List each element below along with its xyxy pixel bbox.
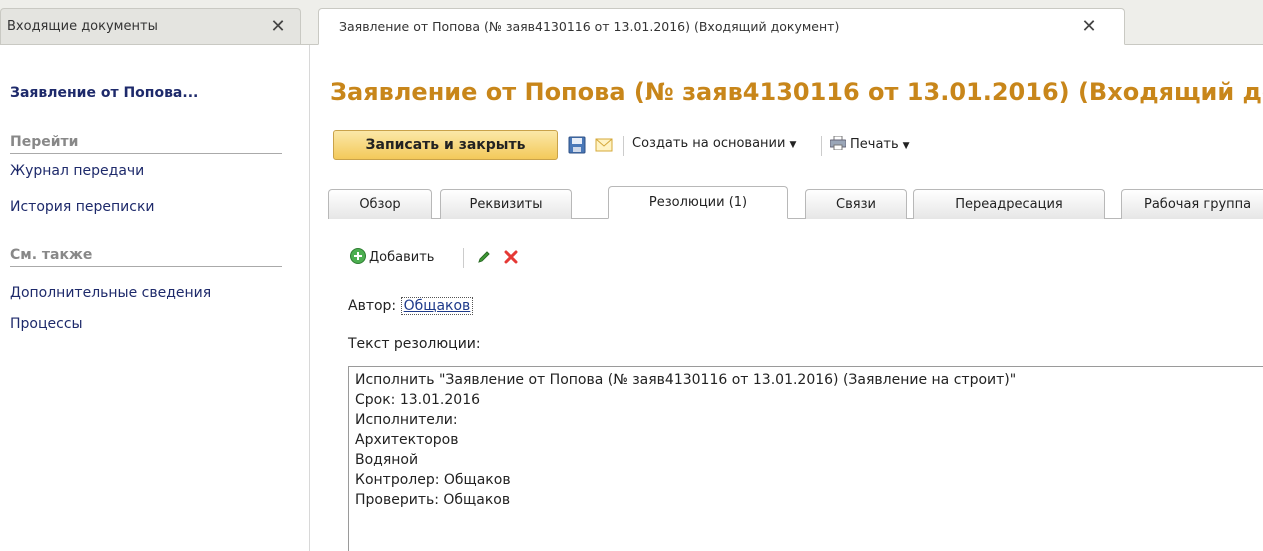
tab-overview[interactable]: Обзор — [328, 189, 432, 219]
tab-links[interactable]: Связи — [805, 189, 907, 219]
section-see-also-label: См. также — [10, 247, 93, 263]
tab-details[interactable]: Реквизиты — [440, 189, 572, 219]
toolbar-separator — [821, 136, 822, 156]
email-icon[interactable] — [593, 134, 615, 156]
document-form: Заявление от Попова (№ заяв4130116 от 13… — [310, 45, 1263, 551]
tab-working-group[interactable]: Рабочая группа — [1121, 189, 1263, 219]
resolution-text-label: Текст резолюции: — [348, 336, 481, 352]
delete-icon[interactable] — [500, 246, 522, 268]
add-label: Добавить — [369, 250, 435, 265]
window-tab-strip: Входящие документы ✕ Заявление от Попова… — [0, 0, 1263, 45]
chevron-down-icon: ▼ — [902, 141, 910, 151]
page-title: Заявление от Попова (№ заяв4130116 от 13… — [330, 78, 1263, 106]
chevron-down-icon: ▼ — [789, 140, 797, 150]
toolbar-separator — [623, 136, 624, 156]
author-row: Автор: Общаков — [348, 297, 474, 315]
divider — [10, 266, 282, 267]
tab-document[interactable]: Заявление от Попова (№ заяв4130116 от 13… — [318, 8, 1125, 45]
link-correspondence-history[interactable]: История переписки — [10, 199, 155, 215]
create-based-on-button[interactable]: Создать на основании ▼ — [632, 136, 796, 151]
close-icon[interactable]: ✕ — [1079, 17, 1099, 36]
print-label: Печать — [850, 137, 899, 152]
printer-icon — [829, 135, 847, 151]
author-link[interactable]: Общаков — [400, 297, 474, 315]
edit-pencil-icon[interactable] — [473, 246, 495, 268]
tab-redirection[interactable]: Переадресация — [913, 189, 1105, 219]
resolution-text-field[interactable]: Исполнить "Заявление от Попова (№ заяв41… — [348, 366, 1263, 551]
section-goto-label: Перейти — [10, 134, 79, 150]
close-icon[interactable]: ✕ — [268, 17, 288, 36]
section-see-also: См. также — [10, 247, 282, 267]
command-bar: Записать и закрыть Создать на основании ▼ — [333, 130, 1263, 162]
section-goto: Перейти — [10, 134, 282, 154]
save-icon[interactable] — [566, 134, 588, 156]
link-additional-info[interactable]: Дополнительные сведения — [10, 285, 211, 301]
tab-label: Заявление от Попова (№ заяв4130116 от 13… — [339, 19, 840, 34]
resolution-toolbar: Добавить — [350, 245, 650, 271]
link-processes[interactable]: Процессы — [10, 316, 83, 332]
add-button[interactable]: Добавить — [350, 248, 434, 265]
toolbar-separator — [463, 248, 464, 268]
form-tabs: Обзор Реквизиты Резолюции (1) Связи Пере… — [328, 185, 1263, 219]
nav-panel-title: Заявление от Попова... — [10, 85, 199, 101]
navigation-panel: Заявление от Попова... Перейти Журнал пе… — [0, 45, 310, 551]
create-based-on-label: Создать на основании — [632, 136, 786, 151]
save-and-close-button[interactable]: Записать и закрыть — [333, 130, 558, 160]
tab-incoming-documents[interactable]: Входящие документы ✕ — [0, 8, 301, 44]
link-transfer-journal[interactable]: Журнал передачи — [10, 163, 144, 179]
author-label: Автор: — [348, 298, 397, 314]
tab-resolutions[interactable]: Резолюции (1) — [608, 186, 788, 219]
tab-label: Входящие документы — [7, 19, 158, 34]
divider — [10, 153, 282, 154]
print-button[interactable]: Печать ▼ — [829, 135, 910, 152]
add-icon — [350, 248, 366, 264]
